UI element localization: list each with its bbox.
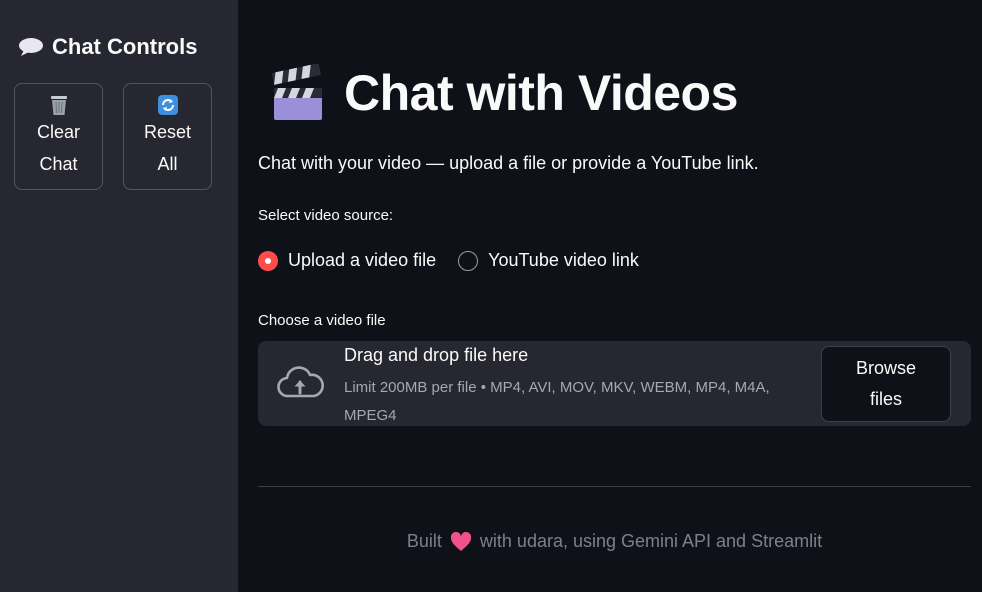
clear-chat-label: Clear Chat: [36, 122, 80, 174]
refresh-icon: [157, 95, 178, 115]
divider: [258, 486, 971, 487]
page-title-row: Chat with Videos: [270, 64, 738, 122]
speech-bubble-icon: [19, 38, 43, 56]
radio-youtube-video-link[interactable]: YouTube video link: [458, 250, 639, 271]
cloud-upload-icon: [277, 366, 324, 398]
wastebasket-icon: [50, 96, 67, 115]
page-title: Chat with Videos: [344, 65, 738, 121]
radio-upload-video-file[interactable]: Upload a video file: [258, 250, 436, 271]
video-source-label: Select video source:: [258, 207, 394, 224]
file-uploader-label: Choose a video file: [258, 312, 386, 329]
radio-unchecked-icon: [458, 250, 479, 271]
reset-all-button[interactable]: Reset All: [123, 83, 212, 190]
dropzone-limit-text: Limit 200MB per file • MP4, AVI, MOV, MK…: [344, 379, 770, 424]
radio-checked-icon: [258, 250, 278, 271]
footer: Built with udara, using Gemini API and S…: [258, 531, 971, 552]
clapper-board-icon: [271, 64, 322, 120]
radio-youtube-label: YouTube video link: [488, 250, 639, 270]
heart-icon: [450, 531, 471, 551]
browse-files-button[interactable]: Browse files: [821, 346, 951, 422]
reset-all-label: Reset All: [143, 122, 192, 174]
dropzone-title: Drag and drop file here: [344, 345, 529, 365]
file-dropzone[interactable]: Drag and drop file here Limit 200MB per …: [258, 341, 971, 426]
sidebar-header: Chat Controls: [18, 34, 197, 60]
radio-upload-label: Upload a video file: [288, 250, 437, 270]
page-subtitle: Chat with your video — upload a file or …: [258, 153, 759, 173]
sidebar-title: Chat Controls: [52, 34, 198, 59]
sidebar: Chat Controls Clear Chat Reset All: [0, 0, 238, 592]
footer-text-after: with udara, using Gemini API and Streaml…: [479, 531, 823, 551]
clear-chat-button[interactable]: Clear Chat: [14, 83, 103, 190]
main-content: Chat with Videos Chat with your video — …: [238, 0, 982, 592]
video-source-radio-group: Upload a video file YouTube video link: [258, 250, 661, 271]
footer-text-before: Built: [406, 531, 442, 551]
